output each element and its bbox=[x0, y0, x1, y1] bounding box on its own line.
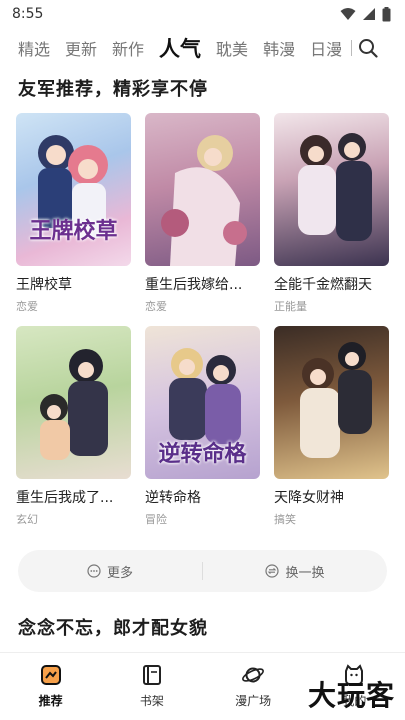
comic-cover[interactable]: 逆转命格 bbox=[145, 326, 260, 479]
cover-title-text: 逆转命格 bbox=[158, 441, 247, 467]
section-title-text: 念念不忘，郎才配女貌 bbox=[18, 618, 208, 639]
comic-title: 王牌校草 bbox=[16, 277, 72, 293]
wifi-icon bbox=[340, 8, 356, 20]
status-bar: 8:55 bbox=[0, 0, 405, 28]
comic-title: 重生后我嫁给... bbox=[145, 277, 243, 293]
comic-title: 天降女财神 bbox=[274, 490, 344, 506]
category-tabs: 精选 更新 新作 人气 耽美 韩漫 日漫 bbox=[0, 30, 405, 66]
bookshelf-icon bbox=[142, 665, 161, 685]
search-icon bbox=[359, 39, 378, 58]
battery-icon bbox=[382, 6, 391, 21]
comic-cover[interactable]: 王牌校草 bbox=[16, 113, 131, 266]
tab-renqi[interactable]: 人气 bbox=[159, 33, 201, 63]
nav-bookshelf[interactable]: 书架 bbox=[101, 653, 202, 720]
comic-title: 逆转命格 bbox=[145, 490, 201, 506]
comic-title: 全能千金燃翻天 bbox=[274, 277, 372, 293]
tab-xinzuo[interactable]: 新作 bbox=[112, 36, 144, 60]
nav-label: 推荐 bbox=[38, 694, 63, 708]
search-button[interactable] bbox=[358, 38, 378, 58]
comic-cover[interactable] bbox=[274, 326, 389, 479]
comic-genre: 正能量 bbox=[274, 300, 307, 313]
refresh-label: 换一换 bbox=[285, 565, 325, 581]
comic-card[interactable]: 全能千金燃翻天 正能量 bbox=[274, 113, 389, 314]
cover-art bbox=[40, 349, 108, 460]
tab-hanman[interactable]: 韩漫 bbox=[263, 36, 295, 60]
tab-jingxuan[interactable]: 精选 bbox=[18, 36, 50, 60]
status-time: 8:55 bbox=[12, 6, 44, 22]
comic-genre: 搞笑 bbox=[274, 513, 296, 526]
comic-card[interactable]: 重生后我嫁给... 恋爱 bbox=[145, 113, 260, 314]
cover-art bbox=[298, 133, 372, 241]
comic-genre: 冒险 bbox=[145, 513, 167, 526]
more-button[interactable]: 更多 bbox=[18, 562, 202, 581]
nav-label: 书架 bbox=[139, 694, 164, 708]
status-icons bbox=[340, 6, 391, 22]
comic-card[interactable]: 王牌校草 王牌校草 恋爱 bbox=[16, 113, 131, 314]
comic-card[interactable]: 天降女财神 搞笑 bbox=[274, 326, 389, 527]
planet-icon bbox=[242, 667, 265, 683]
section-title-text: 友军推荐，精彩享不停 bbox=[18, 79, 208, 100]
cover-title-text: 王牌校草 bbox=[29, 218, 118, 244]
action-bar: 更多 换一换 bbox=[18, 550, 387, 592]
refresh-button[interactable]: 换一换 bbox=[203, 562, 387, 581]
nav-square[interactable]: 漫广场 bbox=[203, 653, 304, 720]
comic-cover[interactable] bbox=[16, 326, 131, 479]
comic-genre: 恋爱 bbox=[145, 300, 167, 313]
comic-card[interactable]: 逆转命格 逆转命格 冒险 bbox=[145, 326, 260, 527]
tab-divider bbox=[351, 40, 353, 56]
comic-genre: 玄幻 bbox=[16, 513, 38, 526]
more-label: 更多 bbox=[106, 565, 133, 581]
watermark-logo: 大玩客 bbox=[307, 679, 395, 712]
comic-cover[interactable] bbox=[274, 113, 389, 266]
cover-art bbox=[161, 135, 247, 266]
signal-icon bbox=[363, 8, 375, 20]
comic-title: 重生后我成了... bbox=[16, 490, 114, 506]
comic-genre: 恋爱 bbox=[16, 300, 38, 313]
tab-riman[interactable]: 日漫 bbox=[310, 36, 342, 60]
comic-cover[interactable] bbox=[145, 113, 260, 266]
section-title-romance: 念念不忘，郎才配女貌 bbox=[18, 614, 218, 640]
more-icon bbox=[87, 564, 101, 578]
tab-gengxin[interactable]: 更新 bbox=[65, 36, 97, 60]
cover-art bbox=[300, 342, 372, 458]
tab-danmei[interactable]: 耽美 bbox=[216, 36, 248, 60]
refresh-icon bbox=[265, 564, 280, 578]
nav-recommend[interactable]: 推荐 bbox=[0, 653, 101, 720]
comic-card[interactable]: 重生后我成了... 玄幻 bbox=[16, 326, 131, 527]
nav-label: 漫广场 bbox=[235, 694, 272, 708]
section-title-recommend: 友军推荐，精彩享不停 bbox=[18, 75, 218, 101]
recommend-icon bbox=[40, 665, 61, 685]
